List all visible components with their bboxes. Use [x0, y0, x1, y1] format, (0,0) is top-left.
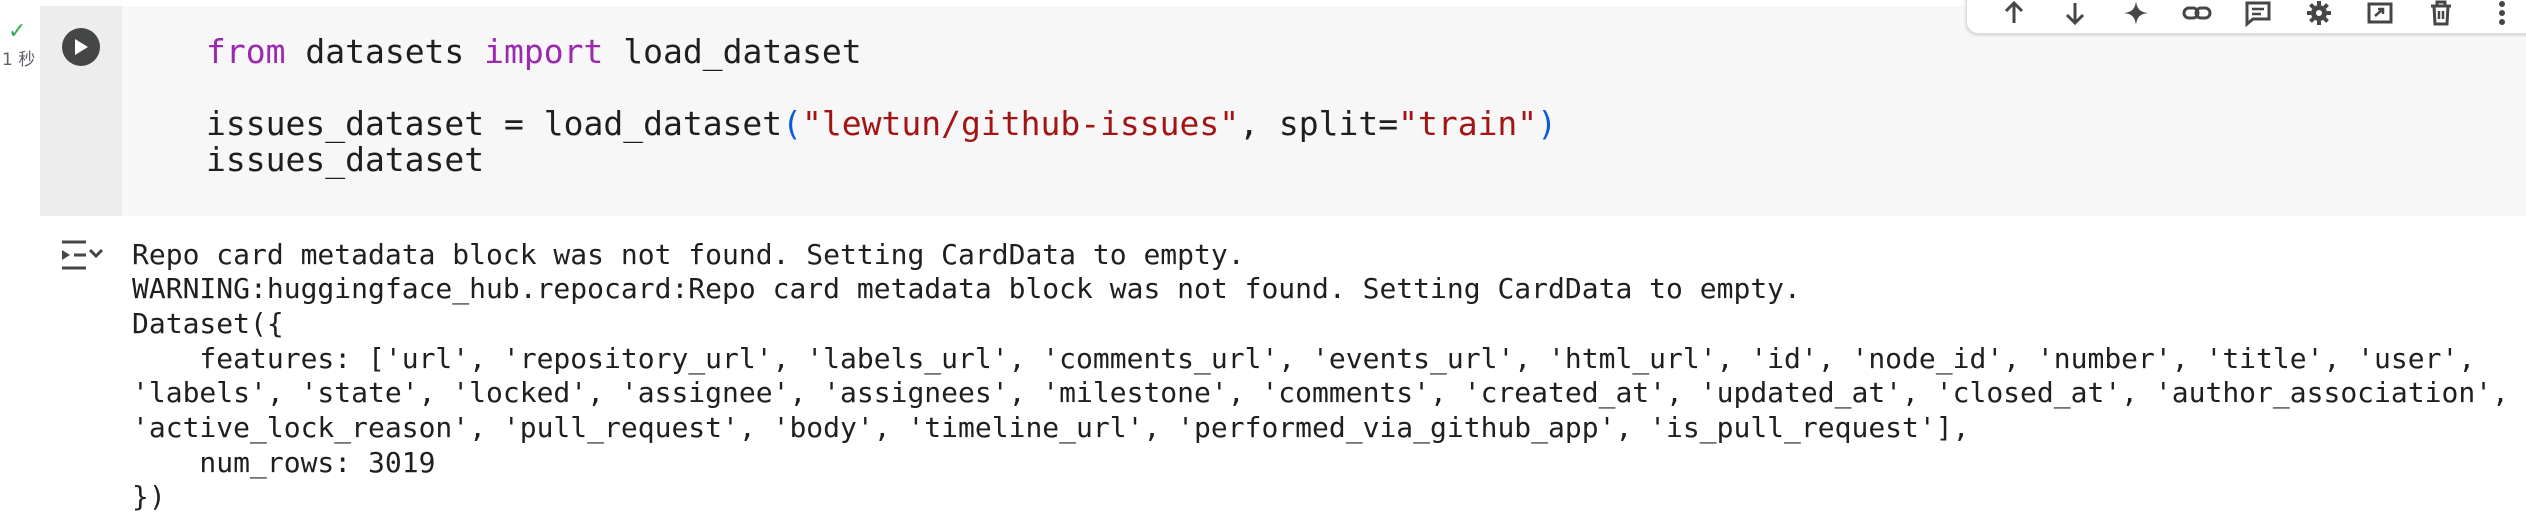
string-literal: "lewtun/github-issues"	[802, 104, 1240, 143]
run-cell-button[interactable]	[62, 28, 100, 66]
execution-success-check-icon: ✓	[8, 19, 27, 44]
code-line-1: from datasets import load_dataset	[206, 32, 862, 72]
cell-output: Repo card metadata block was not found. …	[40, 216, 2526, 522]
output-line: 'active_lock_reason', 'pull_request', 'b…	[132, 411, 1970, 444]
string-literal: "train"	[1398, 104, 1538, 143]
code-text: , split=	[1239, 104, 1399, 143]
code-line-4: issues_dataset	[206, 140, 485, 179]
play-icon	[75, 39, 88, 55]
more-vert-icon[interactable]	[2484, 0, 2520, 31]
comment-icon[interactable]	[2240, 0, 2276, 31]
gemini-sparkle-icon[interactable]	[2118, 0, 2154, 31]
run-column	[40, 6, 122, 216]
output-line: })	[132, 480, 166, 513]
settings-gear-icon[interactable]	[2301, 0, 2337, 31]
output-line: Dataset({	[132, 307, 284, 340]
close-paren: )	[1537, 104, 1558, 143]
code-text: load_dataset	[603, 32, 862, 71]
code-cell[interactable]: from datasets import load_dataset issues…	[40, 0, 2526, 522]
output-line: WARNING:huggingface_hub.repocard:Repo ca…	[132, 272, 1801, 305]
output-line: features: ['url', 'repository_url', 'lab…	[132, 342, 2476, 375]
output-line: num_rows: 3019	[132, 446, 436, 479]
code-text: issues_dataset = load_dataset	[206, 104, 783, 143]
code-line-2-blank	[206, 68, 226, 108]
cell-gutter: ✓ 1 秒	[0, 0, 40, 522]
output-line: Repo card metadata block was not found. …	[132, 238, 1245, 271]
keyword-from: from	[206, 32, 286, 71]
open-paren: (	[782, 104, 803, 143]
code-editor[interactable]: from datasets import load_dataset issues…	[122, 6, 2526, 216]
open-in-tab-icon[interactable]	[2362, 0, 2398, 31]
move-down-icon[interactable]	[2057, 0, 2093, 31]
output-collapse-icon[interactable]	[60, 238, 104, 274]
cell-toolbar	[1966, 0, 2526, 34]
delete-icon[interactable]	[2423, 0, 2459, 31]
output-line: 'labels', 'state', 'locked', 'assignee',…	[132, 376, 2509, 409]
link-icon[interactable]	[2179, 0, 2215, 31]
code-line-3: issues_dataset = load_dataset("lewtun/gi…	[206, 104, 1557, 144]
code-text: datasets	[285, 32, 485, 71]
keyword-import: import	[484, 32, 604, 71]
execution-time: 1 秒	[2, 50, 36, 70]
move-up-icon[interactable]	[1996, 0, 2032, 31]
